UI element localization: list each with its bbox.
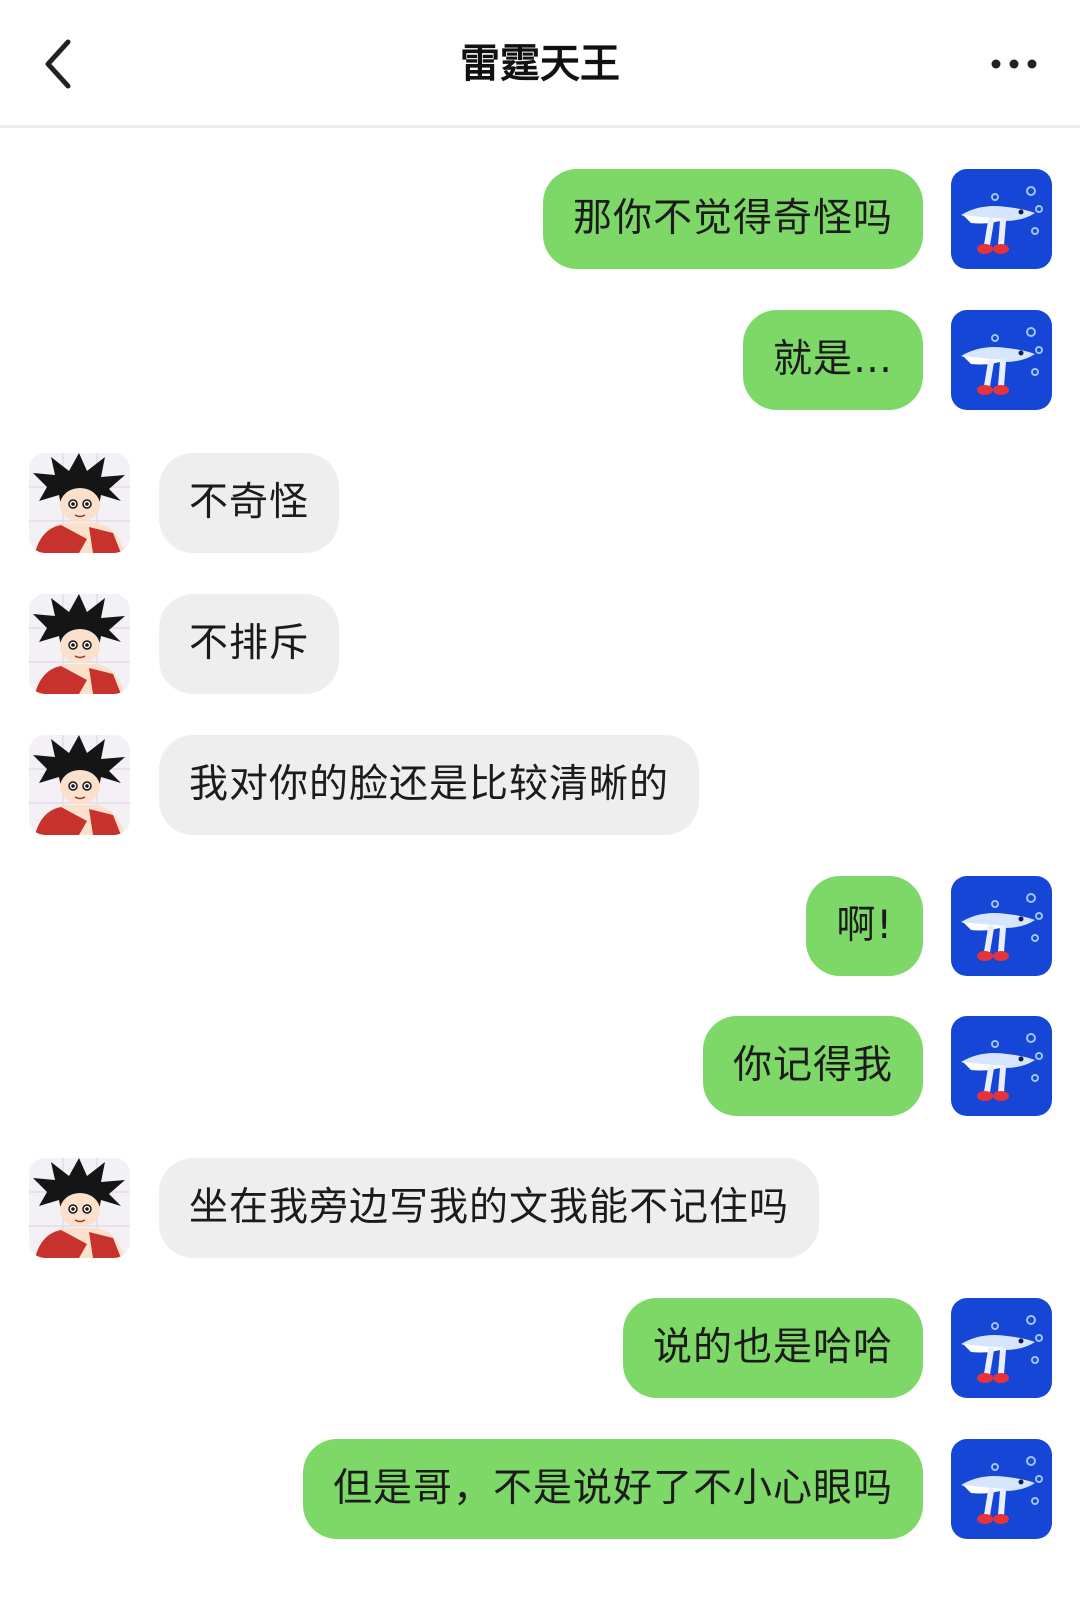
message-bubble[interactable]: 那你不觉得奇怪吗 [542, 169, 923, 269]
self-avatar[interactable] [951, 1439, 1052, 1539]
contact-avatar[interactable] [29, 1158, 130, 1258]
message-bubble[interactable]: 我对你的脸还是比较清晰的 [159, 735, 700, 835]
message-row: 你记得我 [0, 1016, 1080, 1116]
self-avatar[interactable] [951, 169, 1052, 269]
message-bubble[interactable]: 你记得我 [702, 1016, 923, 1116]
message-row: 不排斥 [0, 594, 1080, 694]
message-bubble[interactable]: 坐在我旁边写我的文我能不记住吗 [159, 1158, 820, 1258]
self-avatar[interactable] [951, 876, 1052, 976]
message-bubble[interactable]: 啊! [806, 876, 923, 976]
message-row: 不奇怪 [0, 453, 1080, 553]
contact-avatar[interactable] [29, 594, 130, 694]
message-bubble[interactable]: 不奇怪 [159, 453, 340, 553]
self-avatar[interactable] [951, 1016, 1052, 1116]
more-dots-icon[interactable] [990, 44, 1046, 84]
contact-avatar[interactable] [29, 453, 130, 553]
message-row: 啊! [0, 876, 1080, 976]
message-row: 我对你的脸还是比较清晰的 [0, 735, 1080, 835]
chat-header: 雷霆天王 [0, 0, 1080, 128]
chat-title: 雷霆天王 [460, 41, 620, 87]
message-row: 就是… [0, 310, 1080, 410]
message-row: 坐在我旁边写我的文我能不记住吗 [0, 1158, 1080, 1258]
self-avatar[interactable] [951, 1298, 1052, 1398]
message-row: 但是哥，不是说好了不小心眼吗 [0, 1439, 1080, 1539]
message-row: 说的也是哈哈 [0, 1298, 1080, 1398]
message-bubble[interactable]: 但是哥，不是说好了不小心眼吗 [302, 1439, 923, 1539]
message-bubble[interactable]: 不排斥 [159, 594, 340, 694]
message-row: 那你不觉得奇怪吗 [0, 169, 1080, 269]
message-bubble[interactable]: 说的也是哈哈 [622, 1298, 923, 1398]
message-bubble[interactable]: 就是… [742, 310, 923, 410]
contact-avatar[interactable] [29, 735, 130, 835]
self-avatar[interactable] [951, 310, 1052, 410]
